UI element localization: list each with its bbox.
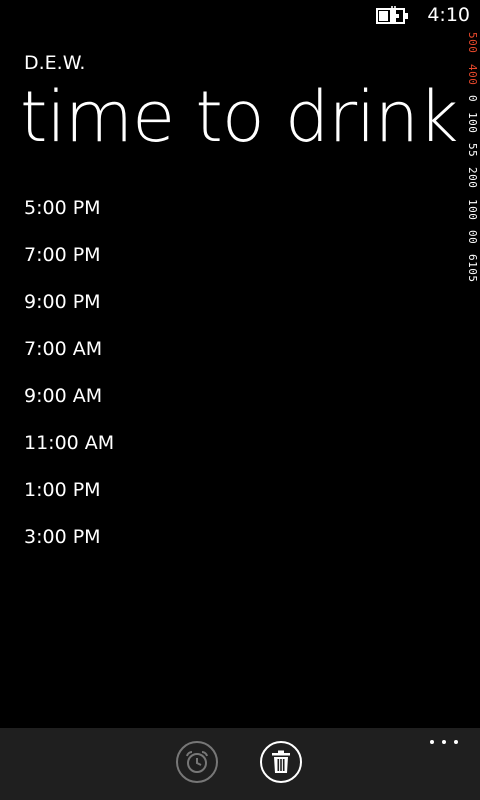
counter-segment: 0 (466, 95, 479, 103)
counter-segment: 100 (466, 198, 479, 220)
list-item[interactable]: 11:00 AM (24, 429, 114, 476)
counter-segment: 200 (466, 167, 479, 189)
trash-icon (272, 750, 290, 773)
application-bar (0, 728, 480, 800)
counter-segment: 400 (466, 63, 479, 85)
status-bar: 4:10 (0, 0, 480, 32)
alarm-clock-icon (186, 751, 208, 773)
time-list: 5:00 PM 7:00 PM 9:00 PM 7:00 AM 9:00 AM … (24, 194, 114, 570)
app-name: D.E.W. (24, 52, 86, 74)
list-item[interactable]: 7:00 AM (24, 335, 114, 382)
delete-button[interactable] (260, 741, 302, 783)
list-item[interactable]: 5:00 PM (24, 194, 114, 241)
list-item[interactable]: 3:00 PM (24, 523, 114, 570)
page-title: time to drink (20, 76, 458, 158)
ellipsis-icon[interactable] (430, 736, 458, 746)
battery-charging-icon (376, 6, 408, 24)
list-item[interactable]: 7:00 PM (24, 241, 114, 288)
counter-segment: 500 (466, 32, 479, 54)
status-time: 4:10 (427, 4, 470, 26)
counter-segment: 100 (466, 111, 479, 133)
counter-segment: 6105 (466, 254, 479, 283)
list-item[interactable]: 9:00 PM (24, 288, 114, 335)
alarm-button[interactable] (176, 741, 218, 783)
list-item[interactable]: 9:00 AM (24, 382, 114, 429)
frame-rate-counter: 500 400 0 100 55 200 100 00 6105 (466, 32, 480, 394)
counter-segment: 00 (466, 230, 479, 245)
counter-segment: 55 (466, 143, 479, 158)
list-item[interactable]: 1:00 PM (24, 476, 114, 523)
